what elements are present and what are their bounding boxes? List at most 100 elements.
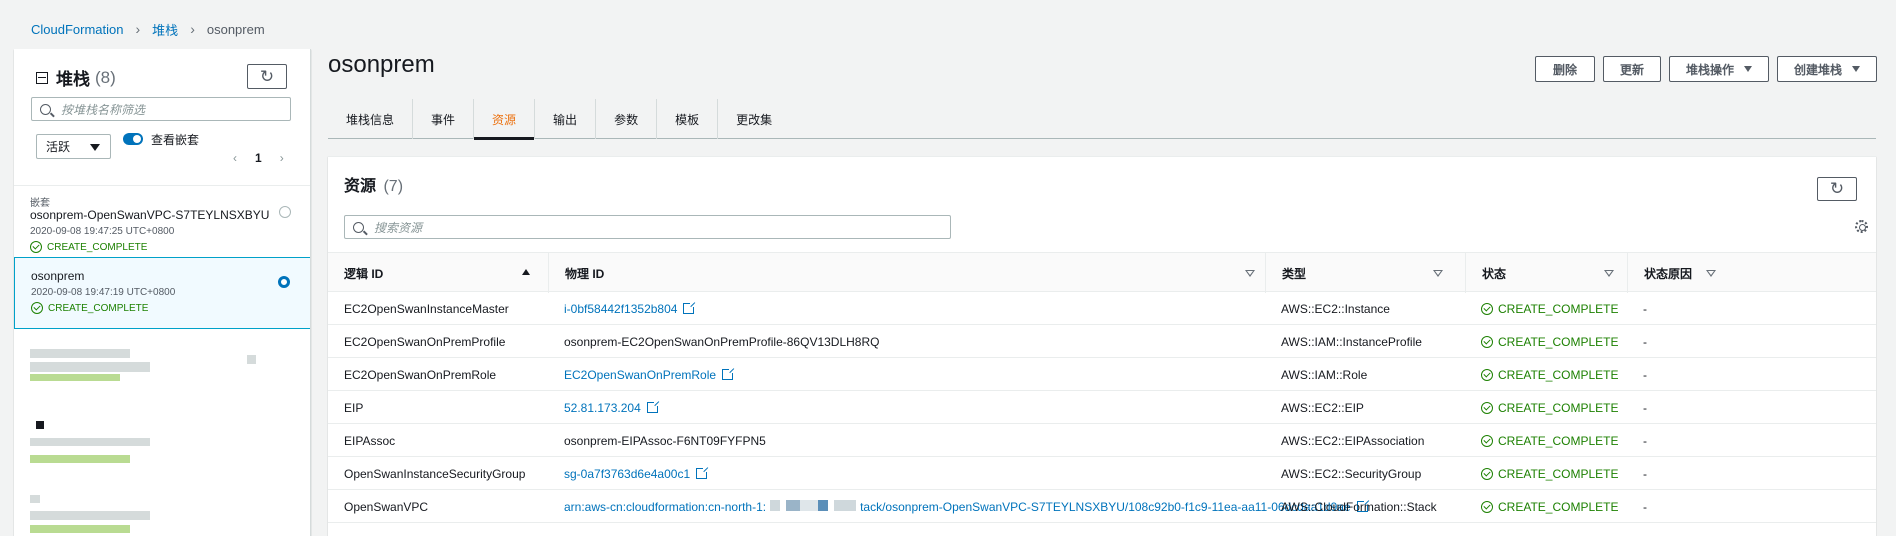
- cell-physical-id: osonprem-EIPAssoc-F6NT09FYFPN5: [564, 433, 766, 448]
- chevron-right-icon[interactable]: ›: [280, 151, 284, 165]
- col-physical-id[interactable]: 物理 ID: [548, 253, 1265, 293]
- refresh-icon: ↻: [1829, 179, 1845, 198]
- col-status[interactable]: 状态: [1465, 253, 1627, 293]
- breadcrumb-stacks[interactable]: 堆栈: [152, 20, 178, 39]
- external-link-icon[interactable]: [683, 301, 697, 314]
- collapse-icon[interactable]: [36, 71, 48, 84]
- tab-template[interactable]: 模板: [657, 99, 719, 139]
- nested-tag: 嵌套: [30, 198, 50, 209]
- cell-type: AWS::EC2::SecurityGroup: [1281, 466, 1422, 481]
- cell-type: AWS::EC2::Instance: [1281, 301, 1390, 316]
- physical-id-prefix: arn:aws-cn:cloudformation:cn-north-1:: [564, 499, 767, 514]
- cell-physical-id: EC2OpenSwanOnPremRole: [548, 358, 736, 391]
- caret-down-icon: [1852, 66, 1860, 72]
- cell-type: AWS::IAM::Role: [1281, 367, 1368, 382]
- stack-filter-placeholder: 按堆栈名称筛选: [61, 102, 146, 117]
- check-circle-icon: [1481, 467, 1493, 480]
- cell-logical-id: EC2OpenSwanOnPremRole: [344, 367, 497, 382]
- col-status-reason[interactable]: 状态原因: [1627, 253, 1876, 293]
- page-number[interactable]: 1: [255, 151, 262, 165]
- stacks-title: 堆栈: [56, 70, 90, 89]
- table-header: 逻辑 ID 物理 ID 类型 状态 状态原因: [328, 252, 1876, 293]
- stack-actions-button[interactable]: 堆栈操作: [1669, 56, 1769, 82]
- stack-status-text: CREATE_COMPLETE: [47, 241, 148, 253]
- breadcrumb-current: osonprem: [206, 21, 265, 37]
- physical-id-link[interactable]: EC2OpenSwanOnPremRole: [564, 368, 716, 382]
- caret-down-icon: [1744, 66, 1752, 72]
- cell-logical-id: OpenSwanInstanceSecurityGroup: [344, 466, 526, 481]
- tab-events[interactable]: 事件: [413, 99, 475, 139]
- cell-physical-id: i-0bf58442f1352b804: [548, 292, 697, 325]
- breadcrumb-cloudformation[interactable]: CloudFormation: [31, 22, 124, 37]
- physical-id-link[interactable]: arn:aws-cn:cloudformation:cn-north-1: tac…: [564, 499, 1351, 514]
- tab-stack-info[interactable]: 堆栈信息: [328, 99, 414, 139]
- resource-search-input[interactable]: 搜索资源: [344, 215, 951, 239]
- search-icon: [40, 103, 51, 115]
- tab-change-sets[interactable]: 更改集: [718, 99, 790, 139]
- physical-id-link[interactable]: sg-0a7f3763d6e4a00c1: [564, 467, 690, 481]
- tab-resources[interactable]: 资源: [474, 99, 536, 140]
- check-circle-icon: [1481, 401, 1493, 414]
- tab-parameters[interactable]: 参数: [596, 99, 658, 139]
- col-physical-label: 物理 ID: [565, 266, 605, 281]
- chevron-right-icon: ›: [135, 21, 141, 37]
- external-link-icon[interactable]: [646, 400, 660, 413]
- redacted-account-id: [770, 499, 857, 511]
- resource-search-placeholder: 搜索资源: [374, 220, 423, 235]
- resources-title: 资源 (7): [344, 172, 403, 196]
- cell-type: AWS::EC2::EIP: [1281, 400, 1364, 415]
- stack-item-selected[interactable]: osonprem 2020-09-08 19:47:19 UTC+0800 CR…: [14, 257, 310, 329]
- cell-type: AWS::EC2::EIPAssociation: [1281, 433, 1425, 448]
- cell-reason: -: [1643, 466, 1647, 481]
- physical-id-link[interactable]: i-0bf58442f1352b804: [564, 302, 677, 316]
- resources-table: 逻辑 ID 物理 ID 类型 状态 状态原因 EC2OpenSwanInstan…: [328, 252, 1876, 523]
- status-text: CREATE_COMPLETE: [1498, 499, 1619, 514]
- stack-radio[interactable]: [279, 206, 291, 218]
- tab-outputs[interactable]: 输出: [535, 99, 597, 139]
- gear-icon[interactable]: [1855, 220, 1868, 233]
- stack-name: osonprem: [31, 269, 85, 283]
- sort-icon: [1433, 270, 1443, 277]
- stack-name: osonprem-OpenSwanVPC-S7TEYLNSXBYU: [30, 208, 270, 222]
- resources-refresh-button[interactable]: ↻: [1817, 177, 1857, 201]
- stack-actions-label: 堆栈操作: [1685, 62, 1734, 77]
- chevron-left-icon[interactable]: ‹: [233, 151, 237, 165]
- col-logical-label: 逻辑 ID: [344, 266, 384, 281]
- table-row: EC2OpenSwanInstanceMaster i-0bf58442f135…: [328, 292, 1876, 325]
- stacks-count: (8): [95, 67, 116, 87]
- stack-time: 2020-09-08 19:47:19 UTC+0800: [31, 287, 176, 298]
- resources-panel: 资源 (7) ↻ 搜索资源 逻辑 ID 物理 ID 类型 状态 状态原因 EC2…: [328, 156, 1876, 536]
- cell-status: CREATE_COMPLETE: [1465, 424, 1618, 457]
- cell-reason: -: [1643, 334, 1647, 349]
- col-status-label: 状态: [1482, 266, 1507, 281]
- sort-icon: [1245, 270, 1255, 277]
- stack-filter-input[interactable]: 按堆栈名称筛选: [31, 97, 291, 121]
- external-link-icon[interactable]: [696, 466, 710, 479]
- cell-physical-id: 52.81.173.204: [548, 391, 660, 424]
- sort-asc-icon: [522, 269, 530, 275]
- col-logical-id[interactable]: 逻辑 ID: [328, 253, 548, 293]
- cell-physical-id: arn:aws-cn:cloudformation:cn-north-1: tac…: [548, 490, 1370, 523]
- col-type[interactable]: 类型: [1265, 253, 1465, 293]
- update-button[interactable]: 更新: [1603, 56, 1661, 82]
- page-title: osonprem: [328, 51, 435, 78]
- check-circle-icon: [1481, 302, 1493, 315]
- status-text: CREATE_COMPLETE: [1498, 367, 1619, 382]
- status-text: CREATE_COMPLETE: [1498, 433, 1619, 448]
- stacks-refresh-button[interactable]: ↻: [247, 64, 287, 89]
- sort-icon: [1706, 270, 1716, 277]
- create-stack-button[interactable]: 创建堆栈: [1777, 56, 1877, 82]
- delete-button[interactable]: 删除: [1535, 56, 1595, 82]
- cell-reason: -: [1643, 367, 1647, 382]
- col-reason-label: 状态原因: [1644, 266, 1693, 281]
- check-circle-icon: [1481, 500, 1493, 513]
- cell-reason: -: [1643, 301, 1647, 316]
- cell-logical-id: EC2OpenSwanOnPremProfile: [344, 334, 506, 349]
- stack-item-nested[interactable]: 嵌套 osonprem-OpenSwanVPC-S7TEYLNSXBYU 202…: [14, 185, 310, 257]
- resources-title-text: 资源: [344, 178, 377, 195]
- external-link-icon[interactable]: [722, 367, 736, 380]
- stack-radio-selected[interactable]: [278, 276, 290, 288]
- physical-id-link[interactable]: 52.81.173.204: [564, 401, 641, 415]
- nested-toggle[interactable]: [123, 133, 143, 145]
- status-filter-select[interactable]: 活跃: [36, 134, 111, 159]
